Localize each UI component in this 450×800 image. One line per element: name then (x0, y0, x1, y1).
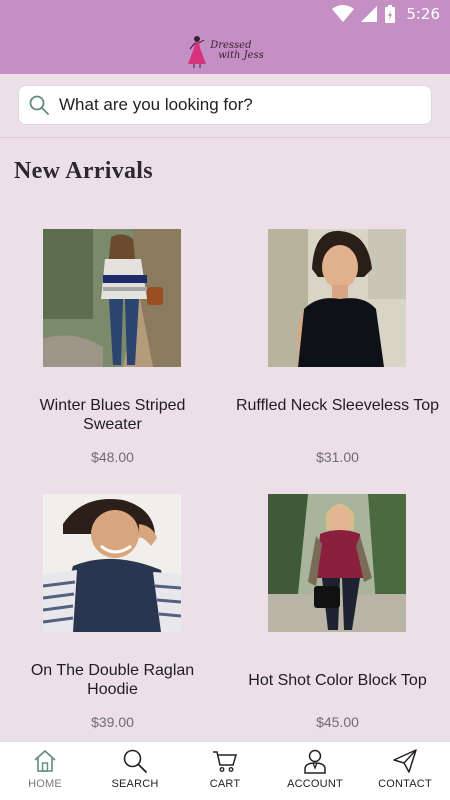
nav-label: CART (209, 778, 241, 790)
dress-figure-icon (188, 36, 207, 68)
product-name[interactable]: On The Double Raglan Hoodie (10, 661, 215, 699)
nav-label: HOME (28, 778, 62, 790)
product-image[interactable] (268, 229, 406, 367)
product-name[interactable]: Hot Shot Color Block Top (235, 671, 440, 690)
nav-label: CONTACT (378, 778, 432, 790)
wifi-icon (332, 5, 355, 22)
send-icon (393, 749, 417, 773)
nav-contact[interactable]: CONTACT (360, 742, 450, 800)
product-card[interactable]: Hot Shot Color Block Top $45.00 (225, 493, 450, 743)
product-name[interactable]: Winter Blues Striped Sweater (10, 396, 215, 434)
nav-label: SEARCH (111, 778, 159, 790)
nav-label: ACCOUNT (287, 778, 343, 790)
product-image[interactable] (43, 494, 181, 632)
account-icon (304, 749, 326, 774)
app-logo[interactable]: Dressed with Jess (186, 34, 264, 68)
status-bar: 5:26 (0, 0, 450, 28)
product-name[interactable]: Ruffled Neck Sleeveless Top (235, 396, 440, 415)
search-icon (123, 749, 147, 773)
nav-cart[interactable]: CART (180, 742, 270, 800)
nav-home[interactable]: HOME (0, 742, 90, 800)
home-icon (34, 749, 56, 772)
product-price: $31.00 (316, 449, 359, 465)
logo-text-line2: with Jess (218, 50, 264, 61)
product-image[interactable] (268, 494, 406, 632)
search-bar[interactable] (18, 85, 432, 125)
product-price: $45.00 (316, 714, 359, 730)
product-price: $39.00 (91, 714, 134, 730)
search-section (0, 74, 450, 138)
product-card[interactable]: On The Double Raglan Hoodie $39.00 (0, 493, 225, 743)
bottom-nav: HOME SEARCH CART ACCOUNT CONTACT (0, 741, 450, 800)
status-time: 5:26 (406, 5, 440, 23)
nav-account[interactable]: ACCOUNT (270, 742, 360, 800)
battery-icon (385, 5, 396, 23)
product-price: $48.00 (91, 449, 134, 465)
product-card[interactable]: Winter Blues Striped Sweater $48.00 (0, 228, 225, 478)
section-title: New Arrivals (14, 158, 153, 184)
signal-icon (361, 6, 378, 22)
cart-icon (213, 751, 238, 772)
product-card[interactable]: Ruffled Neck Sleeveless Top $31.00 (225, 228, 450, 478)
search-icon (29, 95, 49, 115)
search-input[interactable] (59, 95, 419, 115)
nav-search[interactable]: SEARCH (90, 742, 180, 800)
product-image[interactable] (43, 229, 181, 367)
app-header: Dressed with Jess (0, 28, 450, 74)
